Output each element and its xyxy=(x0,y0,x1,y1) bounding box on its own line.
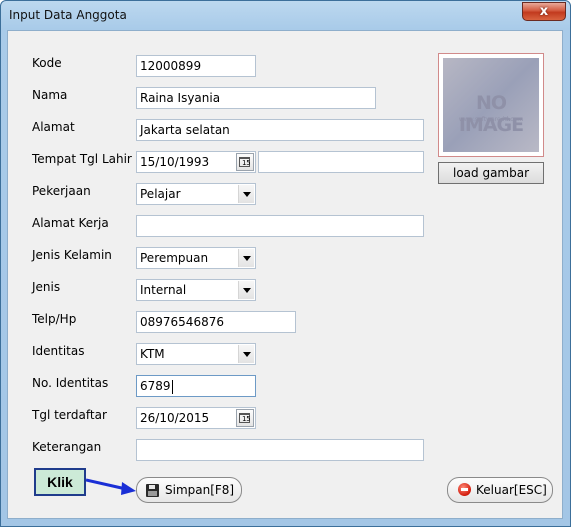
chevron-down-icon[interactable] xyxy=(238,185,254,203)
save-button-label: Simpan[F8] xyxy=(165,483,235,497)
alamat-label: Alamat xyxy=(32,120,75,134)
keterangan-input[interactable] xyxy=(136,439,424,461)
no-image-graphic: NO IMAGE www.software-id.com xyxy=(443,58,539,152)
kode-label: Kode xyxy=(32,56,62,70)
pekerjaan-value: Pelajar xyxy=(140,187,181,201)
calendar-icon[interactable]: 15 xyxy=(236,153,254,171)
chevron-down-icon[interactable] xyxy=(238,281,254,299)
no-identitas-value: 6789 xyxy=(140,379,171,393)
identitas-select[interactable]: KTM xyxy=(136,343,256,365)
telp-input[interactable]: 08976546876 xyxy=(136,311,296,333)
tgl-terdaftar-label: Tgl terdaftar xyxy=(32,408,107,422)
no-identitas-input[interactable]: 6789 xyxy=(136,375,256,397)
chevron-down-icon[interactable] xyxy=(238,345,254,363)
pekerjaan-select[interactable]: Pelajar xyxy=(136,183,256,205)
load-image-button[interactable]: load gambar xyxy=(438,162,544,184)
jenis-value: Internal xyxy=(140,283,187,297)
alamat-kerja-input[interactable] xyxy=(136,215,424,237)
jenis-kelamin-select[interactable]: Perempuan xyxy=(136,247,256,269)
nama-label: Nama xyxy=(32,88,68,102)
identitas-value: KTM xyxy=(140,347,165,361)
no-image-text: NO IMAGE xyxy=(458,92,524,136)
chevron-down-icon[interactable] xyxy=(238,249,254,267)
tgl-lahir-value: 15/10/1993 xyxy=(140,155,210,169)
exit-button-label: Keluar[ESC] xyxy=(476,483,547,497)
telp-label: Telp/Hp xyxy=(32,312,77,326)
alamat-kerja-label: Alamat Kerja xyxy=(32,216,109,230)
nama-input[interactable]: Raina Isyania xyxy=(136,87,376,109)
calendar-icon[interactable]: 15 xyxy=(236,409,254,427)
callout-arrow-icon xyxy=(86,478,136,495)
title-bar[interactable]: Input Data Anggota x xyxy=(1,1,570,31)
pekerjaan-label: Pekerjaan xyxy=(32,184,91,198)
identitas-label: Identitas xyxy=(32,344,85,358)
tempat-tgl-lahir-label: Tempat Tgl Lahir xyxy=(32,152,132,166)
save-button[interactable]: Simpan[F8] xyxy=(136,477,242,503)
klik-callout: Klik xyxy=(34,468,86,496)
keterangan-label: Keterangan xyxy=(32,440,102,454)
jenis-kelamin-label: Jenis Kelamin xyxy=(32,248,112,262)
close-button[interactable]: x xyxy=(522,2,566,21)
kode-input[interactable]: 12000899 xyxy=(136,55,256,77)
stop-icon xyxy=(458,483,471,496)
exit-button[interactable]: Keluar[ESC] xyxy=(447,477,553,503)
tempat-lahir-input[interactable] xyxy=(258,151,424,173)
tgl-lahir-date-picker[interactable]: 15/10/1993 15 xyxy=(136,151,256,173)
no-identitas-label: No. Identitas xyxy=(32,376,109,390)
photo-placeholder: NO IMAGE www.software-id.com xyxy=(438,53,544,157)
tgl-terdaftar-value: 26/10/2015 xyxy=(140,411,210,425)
no-image-subtext: www.software-id.com xyxy=(458,116,524,123)
jenis-kelamin-value: Perempuan xyxy=(140,251,209,265)
jenis-select[interactable]: Internal xyxy=(136,279,256,301)
jenis-label: Jenis xyxy=(32,280,61,294)
close-icon: x xyxy=(539,4,549,19)
text-caret xyxy=(171,379,173,394)
tgl-terdaftar-date-picker[interactable]: 26/10/2015 15 xyxy=(136,407,256,429)
window-title: Input Data Anggota xyxy=(9,8,127,22)
alamat-input[interactable]: Jakarta selatan xyxy=(136,119,424,141)
floppy-disk-icon xyxy=(146,484,159,497)
